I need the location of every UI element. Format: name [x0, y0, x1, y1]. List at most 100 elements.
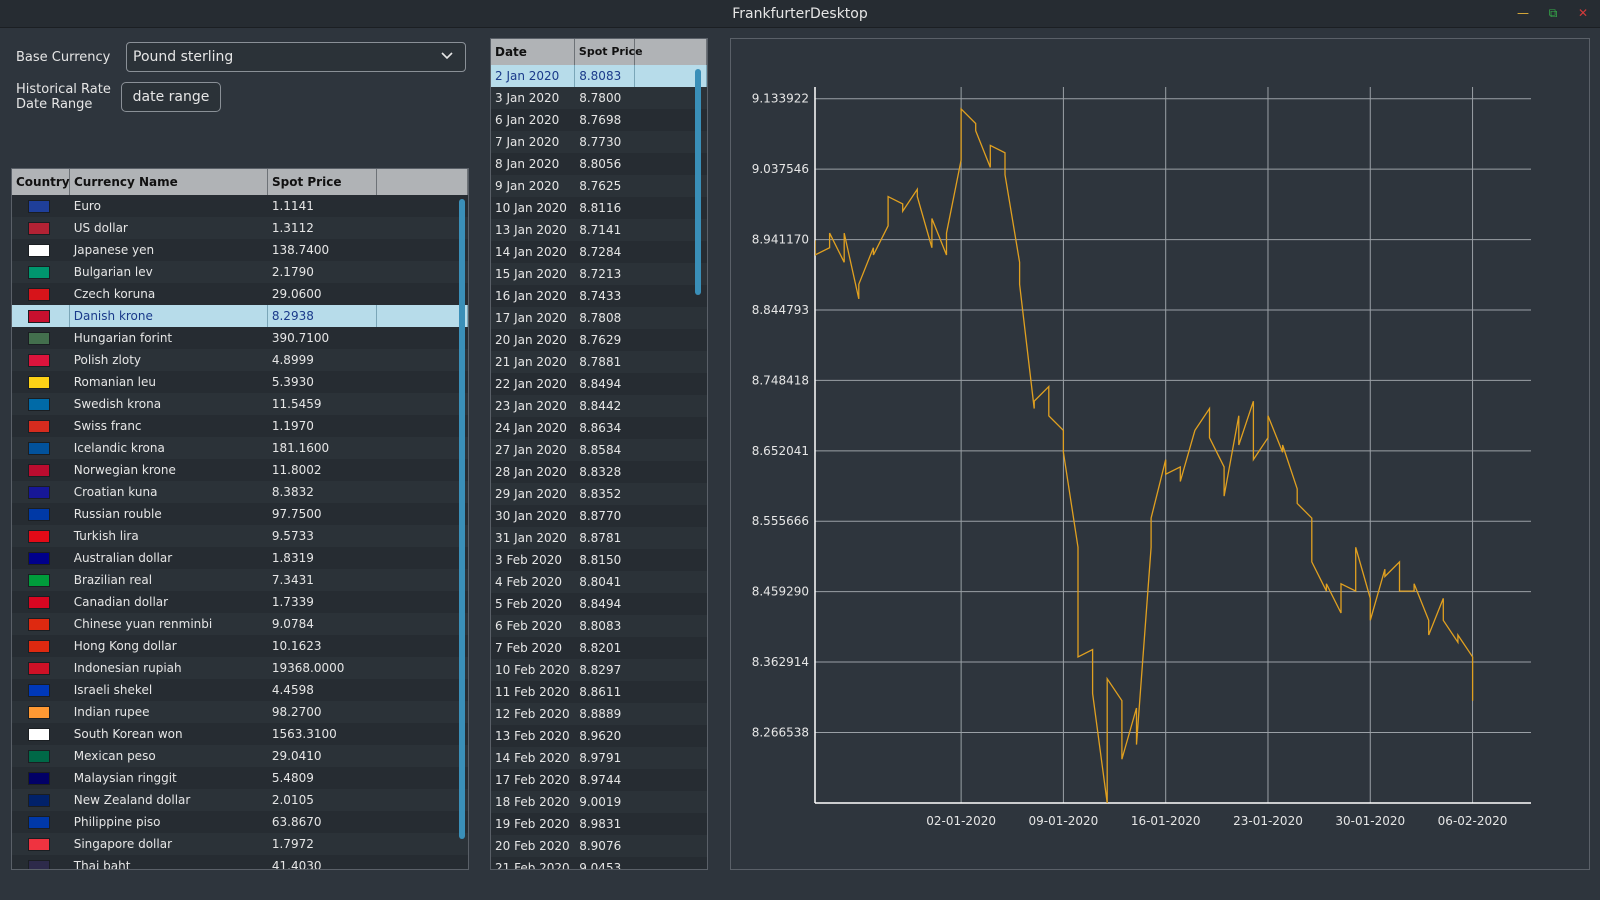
- column-header-spot-price[interactable]: Spot Price: [268, 169, 378, 195]
- table-row[interactable]: 20 Feb 2020 8.9076: [491, 835, 707, 857]
- empty-cell: [635, 351, 707, 373]
- table-row[interactable]: Bulgarian lev 2.1790: [12, 261, 468, 283]
- close-icon[interactable]: ✕: [1576, 6, 1590, 20]
- maximize-icon[interactable]: ⧉: [1546, 6, 1560, 20]
- table-row[interactable]: 28 Jan 2020 8.8328: [491, 461, 707, 483]
- table-row[interactable]: 14 Jan 2020 8.7284: [491, 241, 707, 263]
- table-row[interactable]: Russian rouble 97.7500: [12, 503, 468, 525]
- table-row[interactable]: New Zealand dollar 2.0105: [12, 789, 468, 811]
- date-spot-price-cell: 8.9831: [579, 817, 622, 831]
- table-row[interactable]: Singapore dollar 1.7972: [12, 833, 468, 855]
- column-header-currency-name[interactable]: Currency Name: [70, 169, 268, 195]
- table-row[interactable]: 20 Jan 2020 8.7629: [491, 329, 707, 351]
- table-row[interactable]: Norwegian krone 11.8002: [12, 459, 468, 481]
- minimize-icon[interactable]: —: [1516, 6, 1530, 20]
- table-row[interactable]: 5 Feb 2020 8.8494: [491, 593, 707, 615]
- table-row[interactable]: 2 Jan 2020 8.8083: [491, 65, 707, 87]
- table-row[interactable]: 8 Jan 2020 8.8056: [491, 153, 707, 175]
- table-row[interactable]: 6 Feb 2020 8.8083: [491, 615, 707, 637]
- table-row[interactable]: 18 Feb 2020 9.0019: [491, 791, 707, 813]
- table-row[interactable]: Malaysian ringgit 5.4809: [12, 767, 468, 789]
- date-table-scrollbar[interactable]: [695, 69, 701, 295]
- date-cell: 31 Jan 2020: [495, 531, 567, 545]
- date-spot-price-cell: 8.7730: [579, 135, 622, 149]
- table-row[interactable]: Czech koruna 29.0600: [12, 283, 468, 305]
- table-row[interactable]: Danish krone 8.2938: [12, 305, 468, 327]
- currency-name-cell: Hong Kong dollar: [73, 639, 177, 653]
- table-row[interactable]: 29 Jan 2020 8.8352: [491, 483, 707, 505]
- table-row[interactable]: 10 Jan 2020 8.8116: [491, 197, 707, 219]
- table-row[interactable]: 9 Jan 2020 8.7625: [491, 175, 707, 197]
- table-row[interactable]: Hong Kong dollar 10.1623: [12, 635, 468, 657]
- empty-cell: [377, 437, 468, 459]
- table-row[interactable]: Romanian leu 5.3930: [12, 371, 468, 393]
- table-row[interactable]: 6 Jan 2020 8.7698: [491, 109, 707, 131]
- column-header-date-spot-price[interactable]: Spot Price: [575, 39, 643, 65]
- y-tick-label: 8.459290: [752, 585, 809, 599]
- table-row[interactable]: Croatian kuna 8.3832: [12, 481, 468, 503]
- table-row[interactable]: 3 Jan 2020 8.7800: [491, 87, 707, 109]
- table-row[interactable]: 13 Jan 2020 8.7141: [491, 219, 707, 241]
- country-cell: [12, 437, 70, 459]
- table-row[interactable]: 21 Jan 2020 8.7881: [491, 351, 707, 373]
- table-row[interactable]: Canadian dollar 1.7339: [12, 591, 468, 613]
- column-header-date[interactable]: Date: [491, 39, 575, 65]
- table-row[interactable]: 27 Jan 2020 8.8584: [491, 439, 707, 461]
- table-row[interactable]: 14 Feb 2020 8.9791: [491, 747, 707, 769]
- table-row[interactable]: Chinese yuan renminbi 9.0784: [12, 613, 468, 635]
- table-row[interactable]: 12 Feb 2020 8.8889: [491, 703, 707, 725]
- table-row[interactable]: Swedish krona 11.5459: [12, 393, 468, 415]
- table-row[interactable]: 23 Jan 2020 8.8442: [491, 395, 707, 417]
- base-currency-select[interactable]: Pound sterling: [126, 42, 466, 72]
- spot-price-cell: 390.7100: [271, 331, 330, 345]
- date-spot-price-cell: 8.8611: [579, 685, 622, 699]
- table-row[interactable]: 31 Jan 2020 8.8781: [491, 527, 707, 549]
- table-row[interactable]: Indian rupee 98.2700: [12, 701, 468, 723]
- base-currency-value: Pound sterling: [133, 49, 234, 65]
- table-row[interactable]: 16 Jan 2020 8.7433: [491, 285, 707, 307]
- table-row[interactable]: Philippine piso 63.8670: [12, 811, 468, 833]
- table-row[interactable]: Indonesian rupiah 19368.0000: [12, 657, 468, 679]
- spot-price-cell: 1.7339: [271, 595, 314, 609]
- flag-is-icon: [28, 442, 50, 455]
- table-row[interactable]: 13 Feb 2020 8.9620: [491, 725, 707, 747]
- table-row[interactable]: Turkish lira 9.5733: [12, 525, 468, 547]
- table-row[interactable]: 7 Feb 2020 8.8201: [491, 637, 707, 659]
- table-row[interactable]: Australian dollar 1.8319: [12, 547, 468, 569]
- empty-cell: [377, 613, 468, 635]
- currency-table-scrollbar[interactable]: [459, 199, 465, 839]
- table-row[interactable]: Euro 1.1141: [12, 195, 468, 217]
- table-row[interactable]: South Korean won 1563.3100: [12, 723, 468, 745]
- table-row[interactable]: 21 Feb 2020 9.0453: [491, 857, 707, 869]
- x-tick-label: 09-01-2020: [1029, 814, 1099, 828]
- table-row[interactable]: 17 Jan 2020 8.7808: [491, 307, 707, 329]
- table-row[interactable]: Japanese yen 138.7400: [12, 239, 468, 261]
- table-row[interactable]: Icelandic krona 181.1600: [12, 437, 468, 459]
- table-row[interactable]: Brazilian real 7.3431: [12, 569, 468, 591]
- date-spot-price-cell: 8.8083: [579, 619, 622, 633]
- table-row[interactable]: Thai baht 41.4030: [12, 855, 468, 869]
- table-row[interactable]: 7 Jan 2020 8.7730: [491, 131, 707, 153]
- table-row[interactable]: 24 Jan 2020 8.8634: [491, 417, 707, 439]
- date-range-button[interactable]: date range: [121, 82, 221, 112]
- table-row[interactable]: 22 Jan 2020 8.8494: [491, 373, 707, 395]
- table-row[interactable]: Israeli shekel 4.4598: [12, 679, 468, 701]
- table-row[interactable]: 11 Feb 2020 8.8611: [491, 681, 707, 703]
- table-row[interactable]: Mexican peso 29.0410: [12, 745, 468, 767]
- table-row[interactable]: Polish zloty 4.8999: [12, 349, 468, 371]
- column-header-country[interactable]: Country: [12, 169, 70, 195]
- table-row[interactable]: 17 Feb 2020 8.9744: [491, 769, 707, 791]
- table-row[interactable]: Swiss franc 1.1970: [12, 415, 468, 437]
- table-row[interactable]: 15 Jan 2020 8.7213: [491, 263, 707, 285]
- table-row[interactable]: 10 Feb 2020 8.8297: [491, 659, 707, 681]
- country-cell: [12, 547, 70, 569]
- table-row[interactable]: Hungarian forint 390.7100: [12, 327, 468, 349]
- spot-price-cell: 5.3930: [271, 375, 314, 389]
- date-spot-price-cell: 8.8041: [579, 575, 622, 589]
- table-row[interactable]: 30 Jan 2020 8.8770: [491, 505, 707, 527]
- table-row[interactable]: US dollar 1.3112: [12, 217, 468, 239]
- table-row[interactable]: 19 Feb 2020 8.9831: [491, 813, 707, 835]
- table-row[interactable]: 4 Feb 2020 8.8041: [491, 571, 707, 593]
- table-row[interactable]: 3 Feb 2020 8.8150: [491, 549, 707, 571]
- empty-cell: [377, 811, 468, 833]
